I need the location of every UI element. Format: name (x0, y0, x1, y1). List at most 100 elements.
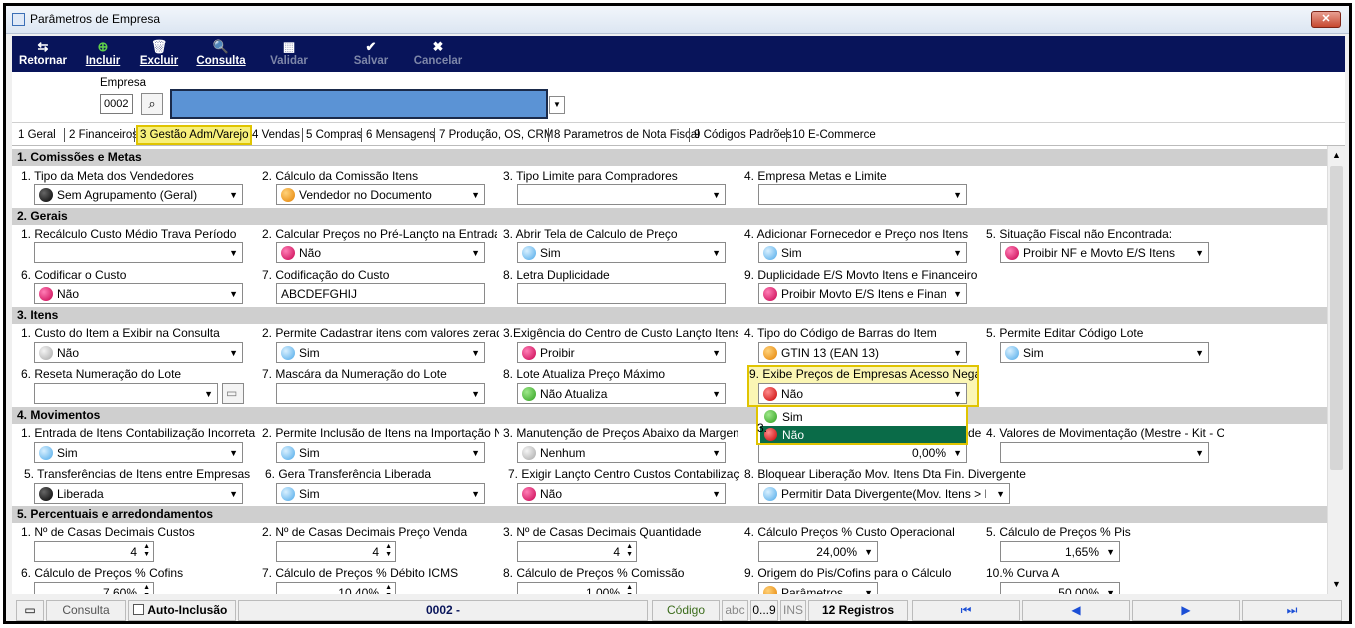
combo-a1[interactable]: Sem Agrupamento (Geral) ▼ (34, 184, 243, 205)
dropdown-option-sim[interactable]: Sim (760, 408, 966, 425)
tab-mensagens[interactable]: 6 Mensagens (366, 129, 435, 141)
next-record-icon[interactable]: ▶ (1132, 600, 1240, 621)
tab-codigos-padroes[interactable]: 9 Códigos Padrões (694, 129, 792, 141)
empresa-label: Empresa (100, 77, 147, 89)
spin-e8[interactable]: 1,00%▲▼ (517, 582, 637, 594)
empresa-code-input[interactable]: 0002 (100, 94, 133, 114)
chevron-down-icon: ▼ (204, 389, 213, 399)
input-d3-percent[interactable]: 0,00% ▼ (758, 442, 967, 463)
retornar-button[interactable]: ⇆ Retornar (16, 39, 70, 67)
previous-record-icon[interactable]: ◀ (1022, 600, 1130, 621)
tab-nota-fiscal[interactable]: 8 Parametros de Nota Fiscal (554, 129, 700, 141)
c6-extra-button[interactable]: ▭ (222, 383, 244, 404)
combo-d2[interactable]: Sim ▼ (276, 442, 485, 463)
label-b5: 5. Situação Fiscal não Encontrada: (986, 227, 1173, 241)
combo-d7[interactable]: Não ▼ (517, 483, 726, 504)
cancelar-button[interactable]: ✖ Cancelar (410, 39, 466, 67)
scroll-down-icon[interactable]: ▼ (1332, 579, 1341, 589)
tab-producao[interactable]: 7 Produção, OS, CRM (439, 129, 553, 141)
first-record-icon[interactable]: ⏮ (912, 600, 1020, 621)
input-b7[interactable]: ABCDEFGHIJ (276, 283, 485, 304)
combo-c5[interactable]: Sim ▼ (1000, 342, 1209, 363)
tab-e-commerce[interactable]: 10 E-Commerce (792, 129, 876, 141)
combo-c9[interactable]: Não ▼ (758, 383, 967, 404)
combo-c6[interactable]: ▼ (34, 383, 218, 404)
spin-arrows-icon[interactable]: ▲▼ (626, 543, 633, 559)
label-b8: 8. Letra Duplicidade (503, 268, 610, 282)
tab-financeiros[interactable]: 2 Financeiros (69, 129, 138, 141)
scroll-up-icon[interactable]: ▲ (1332, 150, 1341, 160)
status-dot-icon (763, 287, 777, 301)
combo-c3[interactable]: Proibir ▼ (517, 342, 726, 363)
scroll-thumb[interactable] (1330, 166, 1343, 470)
keyboard-icon[interactable]: ▭ (16, 600, 44, 621)
combo-e9[interactable]: Parâmetros ▼ (758, 582, 878, 594)
label-e7: 7. Cálculo de Preços % Débito ICMS (262, 566, 459, 580)
status-dot-icon (1005, 246, 1019, 260)
close-button[interactable]: ✕ (1311, 11, 1341, 28)
consulta-button[interactable]: 🔍 Consulta (190, 39, 252, 67)
combo-d6[interactable]: Sim ▼ (276, 483, 485, 504)
chevron-down-icon: ▼ (1106, 547, 1115, 557)
status-codigo[interactable]: Código (652, 600, 720, 621)
last-record-icon[interactable]: ⏭ (1242, 600, 1342, 621)
chevron-down-icon: ▼ (996, 489, 1005, 499)
combo-b4[interactable]: Sim ▼ (758, 242, 967, 263)
excluir-button[interactable]: 🗑 Excluir (134, 39, 184, 67)
combo-d3[interactable]: Nenhum ▼ (517, 442, 726, 463)
vertical-scrollbar[interactable]: ▲ ▼ (1327, 146, 1345, 594)
tab-geral[interactable]: 1 Geral (18, 129, 56, 141)
status-dot-icon (763, 586, 777, 594)
combo-a4[interactable]: ▼ (758, 184, 967, 205)
combo-b1[interactable]: ▼ (34, 242, 243, 263)
combo-d1[interactable]: Sim ▼ (34, 442, 243, 463)
tab-vendas[interactable]: 4 Vendas (252, 129, 300, 141)
tab-compras[interactable]: 5 Compras (306, 129, 362, 141)
dropdown-option-nao[interactable]: Não (760, 426, 966, 443)
status-consulta[interactable]: Consulta (46, 600, 126, 621)
combo-c8[interactable]: Não Atualiza ▼ (517, 383, 726, 404)
combo-e5[interactable]: 1,65% ▼ (1000, 541, 1120, 562)
combo-b2[interactable]: Não ▼ (276, 242, 485, 263)
combo-a3[interactable]: ▼ (517, 184, 726, 205)
spin-arrows-icon[interactable]: ▲▼ (385, 584, 392, 594)
spin-e2[interactable]: 4 ▲ ▼ (276, 541, 396, 562)
spin-e6[interactable]: 7,60%▲▼ (34, 582, 154, 594)
combo-b9[interactable]: Proibir Movto E/S Itens e Financeiro▼ (758, 283, 967, 304)
spin-arrows-icon[interactable]: ▲▼ (385, 543, 392, 559)
chevron-down-icon: ▼ (953, 289, 962, 299)
combo-c7[interactable]: ▼ (276, 383, 485, 404)
label-e9: 9. Origem do Pis/Cofins para o Cálculo (744, 566, 952, 580)
combo-d8[interactable]: Permitir Data Divergente(Mov. Itens > Fi… (758, 483, 1010, 504)
checkbox-icon[interactable] (133, 604, 144, 615)
combo-e4[interactable]: 24,00% ▼ (758, 541, 878, 562)
auto-inclusao-checkbox[interactable]: Auto-Inclusão (128, 600, 236, 621)
combo-b5[interactable]: Proibir NF e Movto E/S Itens ▼ (1000, 242, 1209, 263)
combo-c4[interactable]: GTIN 13 (EAN 13) ▼ (758, 342, 967, 363)
spin-arrows-icon[interactable]: ▲▼ (626, 584, 633, 594)
combo-d5[interactable]: Liberada ▼ (34, 483, 243, 504)
tab-gestao-adm-varejo[interactable]: 3 Gestão Adm/Varejo (136, 125, 253, 145)
input-b8[interactable] (517, 283, 726, 304)
empresa-name-field[interactable] (170, 89, 548, 119)
label-c4: 4. Tipo do Código de Barras do Item (744, 326, 937, 340)
spin-arrows-icon[interactable]: ▲▼ (143, 584, 150, 594)
label-d5: 5. Transferências de Itens entre Empresa… (24, 467, 251, 481)
label-e1: 1. Nº de Casas Decimais Custos (21, 525, 195, 539)
spin-e3[interactable]: 4 ▲ ▼ (517, 541, 637, 562)
spin-e1[interactable]: 4 ▲ ▼ (34, 541, 154, 562)
combo-b6[interactable]: Não ▼ (34, 283, 243, 304)
incluir-button[interactable]: ⊕ Incluir (78, 39, 128, 67)
spin-arrows-icon[interactable]: ▲▼ (143, 543, 150, 559)
empresa-dropdown-button[interactable]: ▼ (549, 96, 565, 114)
combo-b3[interactable]: Sim ▼ (517, 242, 726, 263)
combo-c2[interactable]: Sim ▼ (276, 342, 485, 363)
validar-button[interactable]: ▦ Validar (264, 39, 314, 67)
combo-c1[interactable]: Não ▼ (34, 342, 243, 363)
spin-e7[interactable]: 10,40%▲▼ (276, 582, 396, 594)
combo-a2[interactable]: Vendedor no Documento ▼ (276, 184, 485, 205)
empresa-search-button[interactable]: ⌕ (141, 93, 163, 115)
combo-e10[interactable]: 50,00% ▼ (1000, 582, 1120, 594)
combo-d4[interactable]: ▼ (1000, 442, 1209, 463)
salvar-button[interactable]: ✔ Salvar (346, 39, 396, 67)
